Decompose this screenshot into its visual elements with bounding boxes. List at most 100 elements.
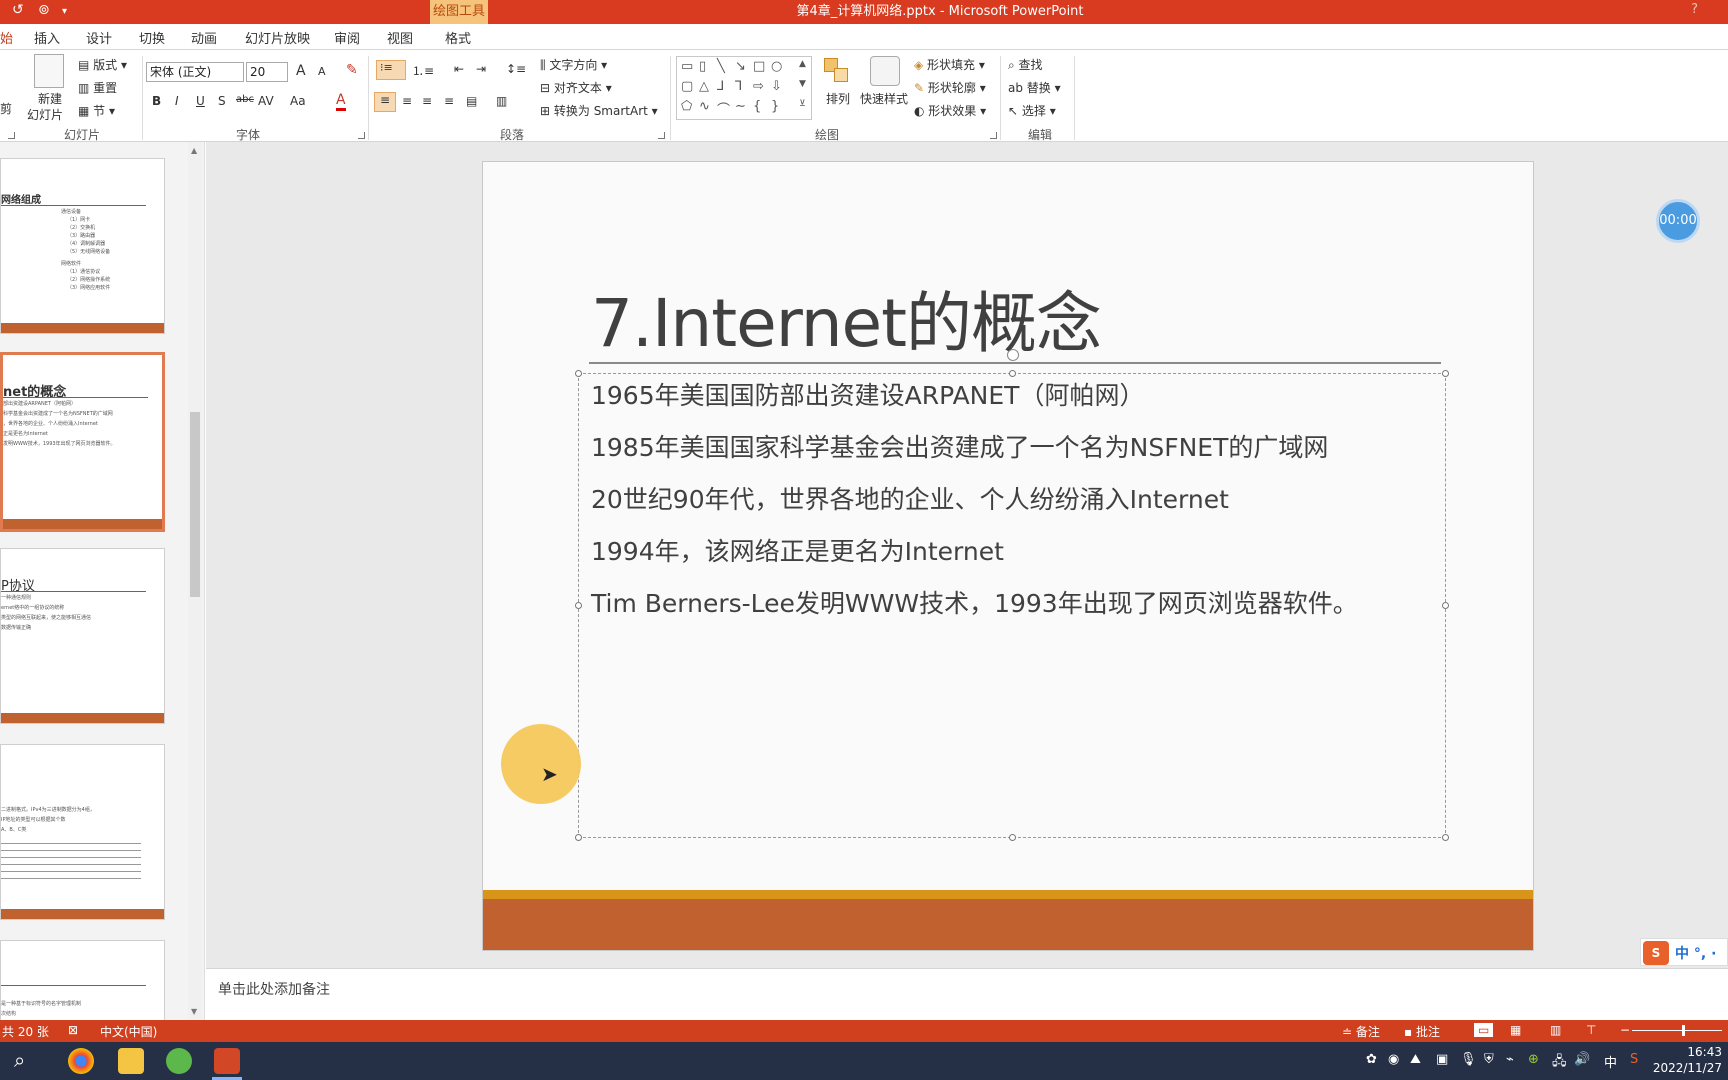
right-brace-shape-icon[interactable]: }: [771, 99, 779, 114]
tab-design[interactable]: 设计: [86, 28, 112, 47]
normal-view-icon[interactable]: ▭: [1474, 1023, 1494, 1037]
resize-handle[interactable]: [1442, 834, 1449, 841]
tab-review[interactable]: 审阅: [334, 28, 360, 47]
scrollbar-thumb[interactable]: [190, 412, 200, 597]
slide-title[interactable]: 7.Internet的概念: [591, 270, 1102, 366]
tab-home-partial[interactable]: 始: [0, 28, 13, 47]
undo-icon[interactable]: ↺: [12, 2, 24, 18]
paste-partial[interactable]: 剪: [0, 100, 12, 117]
thumbnail-scrollbar[interactable]: ▲ ▼: [188, 142, 202, 1020]
select-button[interactable]: ↖ 选择 ▾: [1008, 102, 1056, 119]
bold-button[interactable]: B: [152, 94, 161, 108]
section-button[interactable]: ▦ 节 ▾: [78, 102, 115, 119]
system-clock[interactable]: 16:43 2022/11/27: [1653, 1044, 1722, 1076]
triangle-shape-icon[interactable]: △: [699, 79, 709, 94]
font-size-combo[interactable]: 20: [246, 62, 288, 82]
new-slide-button-label2[interactable]: 幻灯片: [27, 106, 63, 123]
reset-button[interactable]: ▥ 重置: [78, 79, 117, 96]
customize-qat-icon[interactable]: ▾: [62, 6, 67, 17]
scroll-up-icon[interactable]: ▲: [191, 146, 197, 155]
char-spacing-button[interactable]: AV: [258, 94, 274, 108]
shapes-gallery[interactable]: ▭ ▯ ╲ ↘ □ ○ ▢ △ ⅃ ⅂ ⇨ ⇩ ⬠ ∿ ⌒ ∼ { } ▲ ▼ …: [676, 56, 812, 120]
bullet-line[interactable]: 1985年美国国家科学基金会出资建成了一个名为NSFNET的广域网: [591, 428, 1328, 464]
tab-transitions[interactable]: 切换: [139, 28, 165, 47]
strikethrough-button[interactable]: abc: [236, 94, 254, 105]
numbering-icon[interactable]: ⒈≡: [412, 62, 434, 79]
network-icon[interactable]: 🖧: [1552, 1052, 1567, 1074]
grow-font-button[interactable]: A: [296, 63, 306, 79]
arc-shape-icon[interactable]: ⌒: [717, 99, 730, 118]
pentagon-shape-icon[interactable]: ⬠: [681, 99, 692, 114]
new-slide-icon[interactable]: [34, 54, 64, 88]
tab-view[interactable]: 视图: [387, 28, 413, 47]
sorter-view-icon[interactable]: ▦: [1510, 1023, 1521, 1037]
tab-slideshow[interactable]: 幻灯片放映: [245, 28, 310, 47]
powerpoint-icon[interactable]: [214, 1048, 240, 1074]
clipboard-launcher-icon[interactable]: [8, 132, 15, 139]
resize-handle[interactable]: [1009, 834, 1016, 841]
notes-pane[interactable]: 单击此处添加备注: [206, 968, 1728, 1020]
line-shape-icon[interactable]: ╲: [717, 59, 725, 74]
arrange-button[interactable]: 排列: [826, 90, 850, 107]
quick-styles-button[interactable]: 快速样式: [860, 90, 908, 107]
tray-app-icon[interactable]: ◉: [1388, 1052, 1399, 1067]
replace-button[interactable]: ab 替换 ▾: [1008, 79, 1061, 96]
bullet-line[interactable]: 1965年美国国防部出资建设ARPANET（阿帕网）: [591, 376, 1144, 412]
text-direction-button[interactable]: ⫼ 文字方向 ▾: [540, 56, 607, 73]
spellcheck-icon[interactable]: ⊠: [68, 1023, 78, 1037]
zoom-slider[interactable]: [1632, 1030, 1722, 1031]
align-left-icon[interactable]: ≡: [374, 92, 396, 112]
font-name-combo[interactable]: 宋体 (正文): [146, 62, 244, 82]
zoom-slider-thumb[interactable]: [1682, 1025, 1685, 1036]
presentation-icon[interactable]: ⊚: [38, 2, 50, 18]
scroll-down-icon[interactable]: ▼: [191, 1007, 197, 1016]
freeform-shape-icon[interactable]: ∿: [699, 99, 710, 114]
rounded-rect-shape-icon[interactable]: ▢: [681, 79, 693, 94]
shield-icon[interactable]: ⛨: [1484, 1052, 1494, 1067]
browser-icon[interactable]: [166, 1048, 192, 1074]
columns-icon[interactable]: ▥: [496, 94, 507, 108]
gallery-more-icon[interactable]: ⊻: [799, 99, 806, 109]
notes-placeholder[interactable]: 单击此处添加备注: [218, 979, 330, 999]
bullet-line[interactable]: 1994年，该网络正是更名为Internet: [591, 532, 1004, 568]
bullet-line[interactable]: Tim Berners-Lee发明WWW技术，1993年出现了网页浏览器软件。: [591, 584, 1358, 620]
tray-app-icon[interactable]: ⛰: [1410, 1052, 1421, 1067]
resize-handle[interactable]: [1442, 602, 1449, 609]
quick-styles-icon[interactable]: [870, 56, 900, 86]
italic-button[interactable]: I: [175, 94, 179, 108]
shape-fill-button[interactable]: ◈ 形状填充 ▾: [914, 56, 985, 73]
change-case-button[interactable]: Aa: [290, 94, 306, 108]
shadow-button[interactable]: S: [218, 94, 226, 108]
language-status[interactable]: 中文(中国): [100, 1023, 157, 1040]
decrease-indent-icon[interactable]: ⇤: [454, 62, 464, 76]
resize-handle[interactable]: [1442, 370, 1449, 377]
smartart-button[interactable]: ⊞ 转换为 SmartArt ▾: [540, 102, 658, 119]
elbow-connector-icon[interactable]: ⅂: [735, 79, 742, 94]
justify-icon[interactable]: ≡: [444, 94, 454, 108]
connector-shape-icon[interactable]: ⅃: [717, 79, 724, 94]
increase-indent-icon[interactable]: ⇥: [476, 62, 486, 76]
curve-shape-icon[interactable]: ∼: [735, 99, 746, 114]
slideshow-view-icon[interactable]: ⊤: [1586, 1023, 1596, 1037]
zoom-out-icon[interactable]: −: [1620, 1023, 1630, 1037]
layout-button[interactable]: ▤ 版式 ▾: [78, 56, 127, 73]
input-language[interactable]: 中: [1604, 1052, 1617, 1071]
tab-insert[interactable]: 插入: [34, 28, 60, 47]
slide-thumbnail[interactable]: 网络组成 通信设备 （1）网卡 （2）交换机 （3）路由器 （4）调制解调器 （…: [0, 158, 165, 334]
new-slide-button[interactable]: 新建: [38, 90, 62, 107]
left-brace-shape-icon[interactable]: {: [753, 99, 761, 114]
oval-shape-icon[interactable]: ○: [771, 59, 782, 74]
align-right-icon[interactable]: ≡: [422, 94, 432, 108]
find-button[interactable]: ⌕ 查找: [1008, 56, 1043, 73]
tray-app-icon[interactable]: ⊕: [1528, 1052, 1539, 1067]
search-icon[interactable]: ⌕: [14, 1048, 25, 1072]
notes-toggle[interactable]: ≐ 备注: [1342, 1023, 1380, 1040]
paragraph-launcher-icon[interactable]: [658, 132, 665, 139]
drawing-launcher-icon[interactable]: [990, 132, 997, 139]
align-text-button[interactable]: ⊟ 对齐文本 ▾: [540, 79, 612, 96]
shrink-font-button[interactable]: A: [318, 65, 326, 78]
resize-handle[interactable]: [575, 602, 582, 609]
volume-icon[interactable]: 🔊: [1574, 1052, 1590, 1067]
bullets-button[interactable]: ⁝≡: [376, 60, 406, 80]
slide-thumbnail[interactable]: P协议 一种通信规则 ernet络中的一组协议的统称 类型的网络互联起来，使之能…: [0, 548, 165, 724]
